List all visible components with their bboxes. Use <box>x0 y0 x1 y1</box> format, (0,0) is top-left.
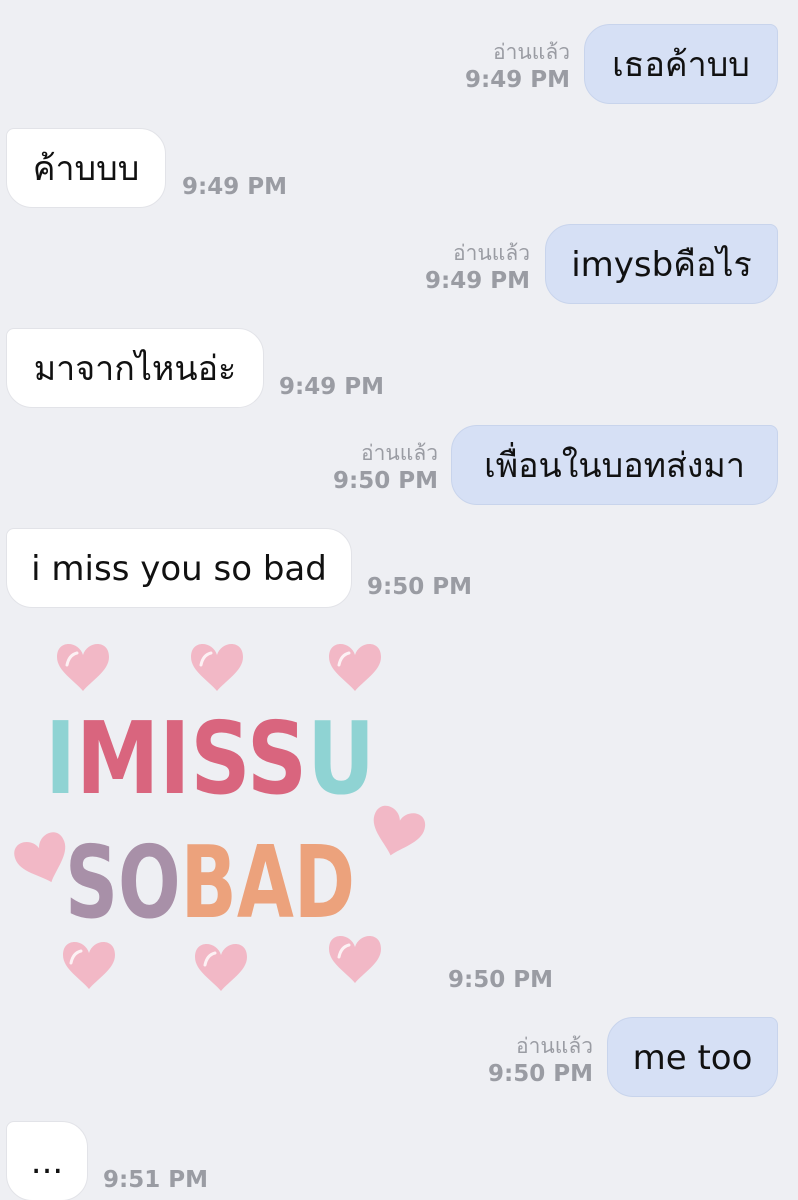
outgoing-message-bubble[interactable]: imysbคือไร <box>545 224 778 304</box>
incoming-message-bubble[interactable]: i miss you so bad <box>6 528 352 608</box>
sticker-text-line1: IMISSU <box>45 700 375 817</box>
read-receipt: อ่านแล้ว <box>361 441 438 465</box>
chat-thread[interactable]: อ่านแล้ว 9:49 PM เธอค้าบบ ค้าบบบ 9:49 PM… <box>0 0 798 1200</box>
read-receipt: อ่านแล้ว <box>453 241 530 265</box>
message-time: 9:49 PM <box>465 67 570 93</box>
incoming-message-bubble[interactable]: ... <box>6 1121 88 1200</box>
read-receipt: อ่านแล้ว <box>516 1034 593 1058</box>
message-time: 9:50 PM <box>488 1061 593 1087</box>
message-time: 9:50 PM <box>367 574 472 600</box>
message-time: 9:49 PM <box>279 374 384 400</box>
message-time: 9:51 PM <box>103 1167 208 1193</box>
outgoing-message-bubble[interactable]: เธอค้าบบ <box>584 24 778 104</box>
message-meta: อ่านแล้ว 9:49 PM <box>425 239 530 295</box>
message-meta: อ่านแล้ว 9:49 PM <box>465 38 570 94</box>
message-time: 9:49 PM <box>182 174 287 200</box>
message-meta: อ่านแล้ว 9:50 PM <box>333 439 438 495</box>
sticker-text-line2: SOBAD <box>65 824 355 941</box>
sticker-image[interactable]: IMISSU SOBAD <box>5 625 435 995</box>
message-time: 9:50 PM <box>333 468 438 494</box>
outgoing-message-bubble[interactable]: me too <box>607 1017 778 1097</box>
message-meta: อ่านแล้ว 9:50 PM <box>488 1032 593 1088</box>
incoming-message-bubble[interactable]: มาจากไหนอ่ะ <box>6 328 264 408</box>
message-time: 9:50 PM <box>448 967 553 993</box>
outgoing-message-bubble[interactable]: เพื่อนในบอทส่งมา <box>451 425 778 505</box>
message-time: 9:49 PM <box>425 268 530 294</box>
read-receipt: อ่านแล้ว <box>493 40 570 64</box>
incoming-message-bubble[interactable]: ค้าบบบ <box>6 128 166 208</box>
